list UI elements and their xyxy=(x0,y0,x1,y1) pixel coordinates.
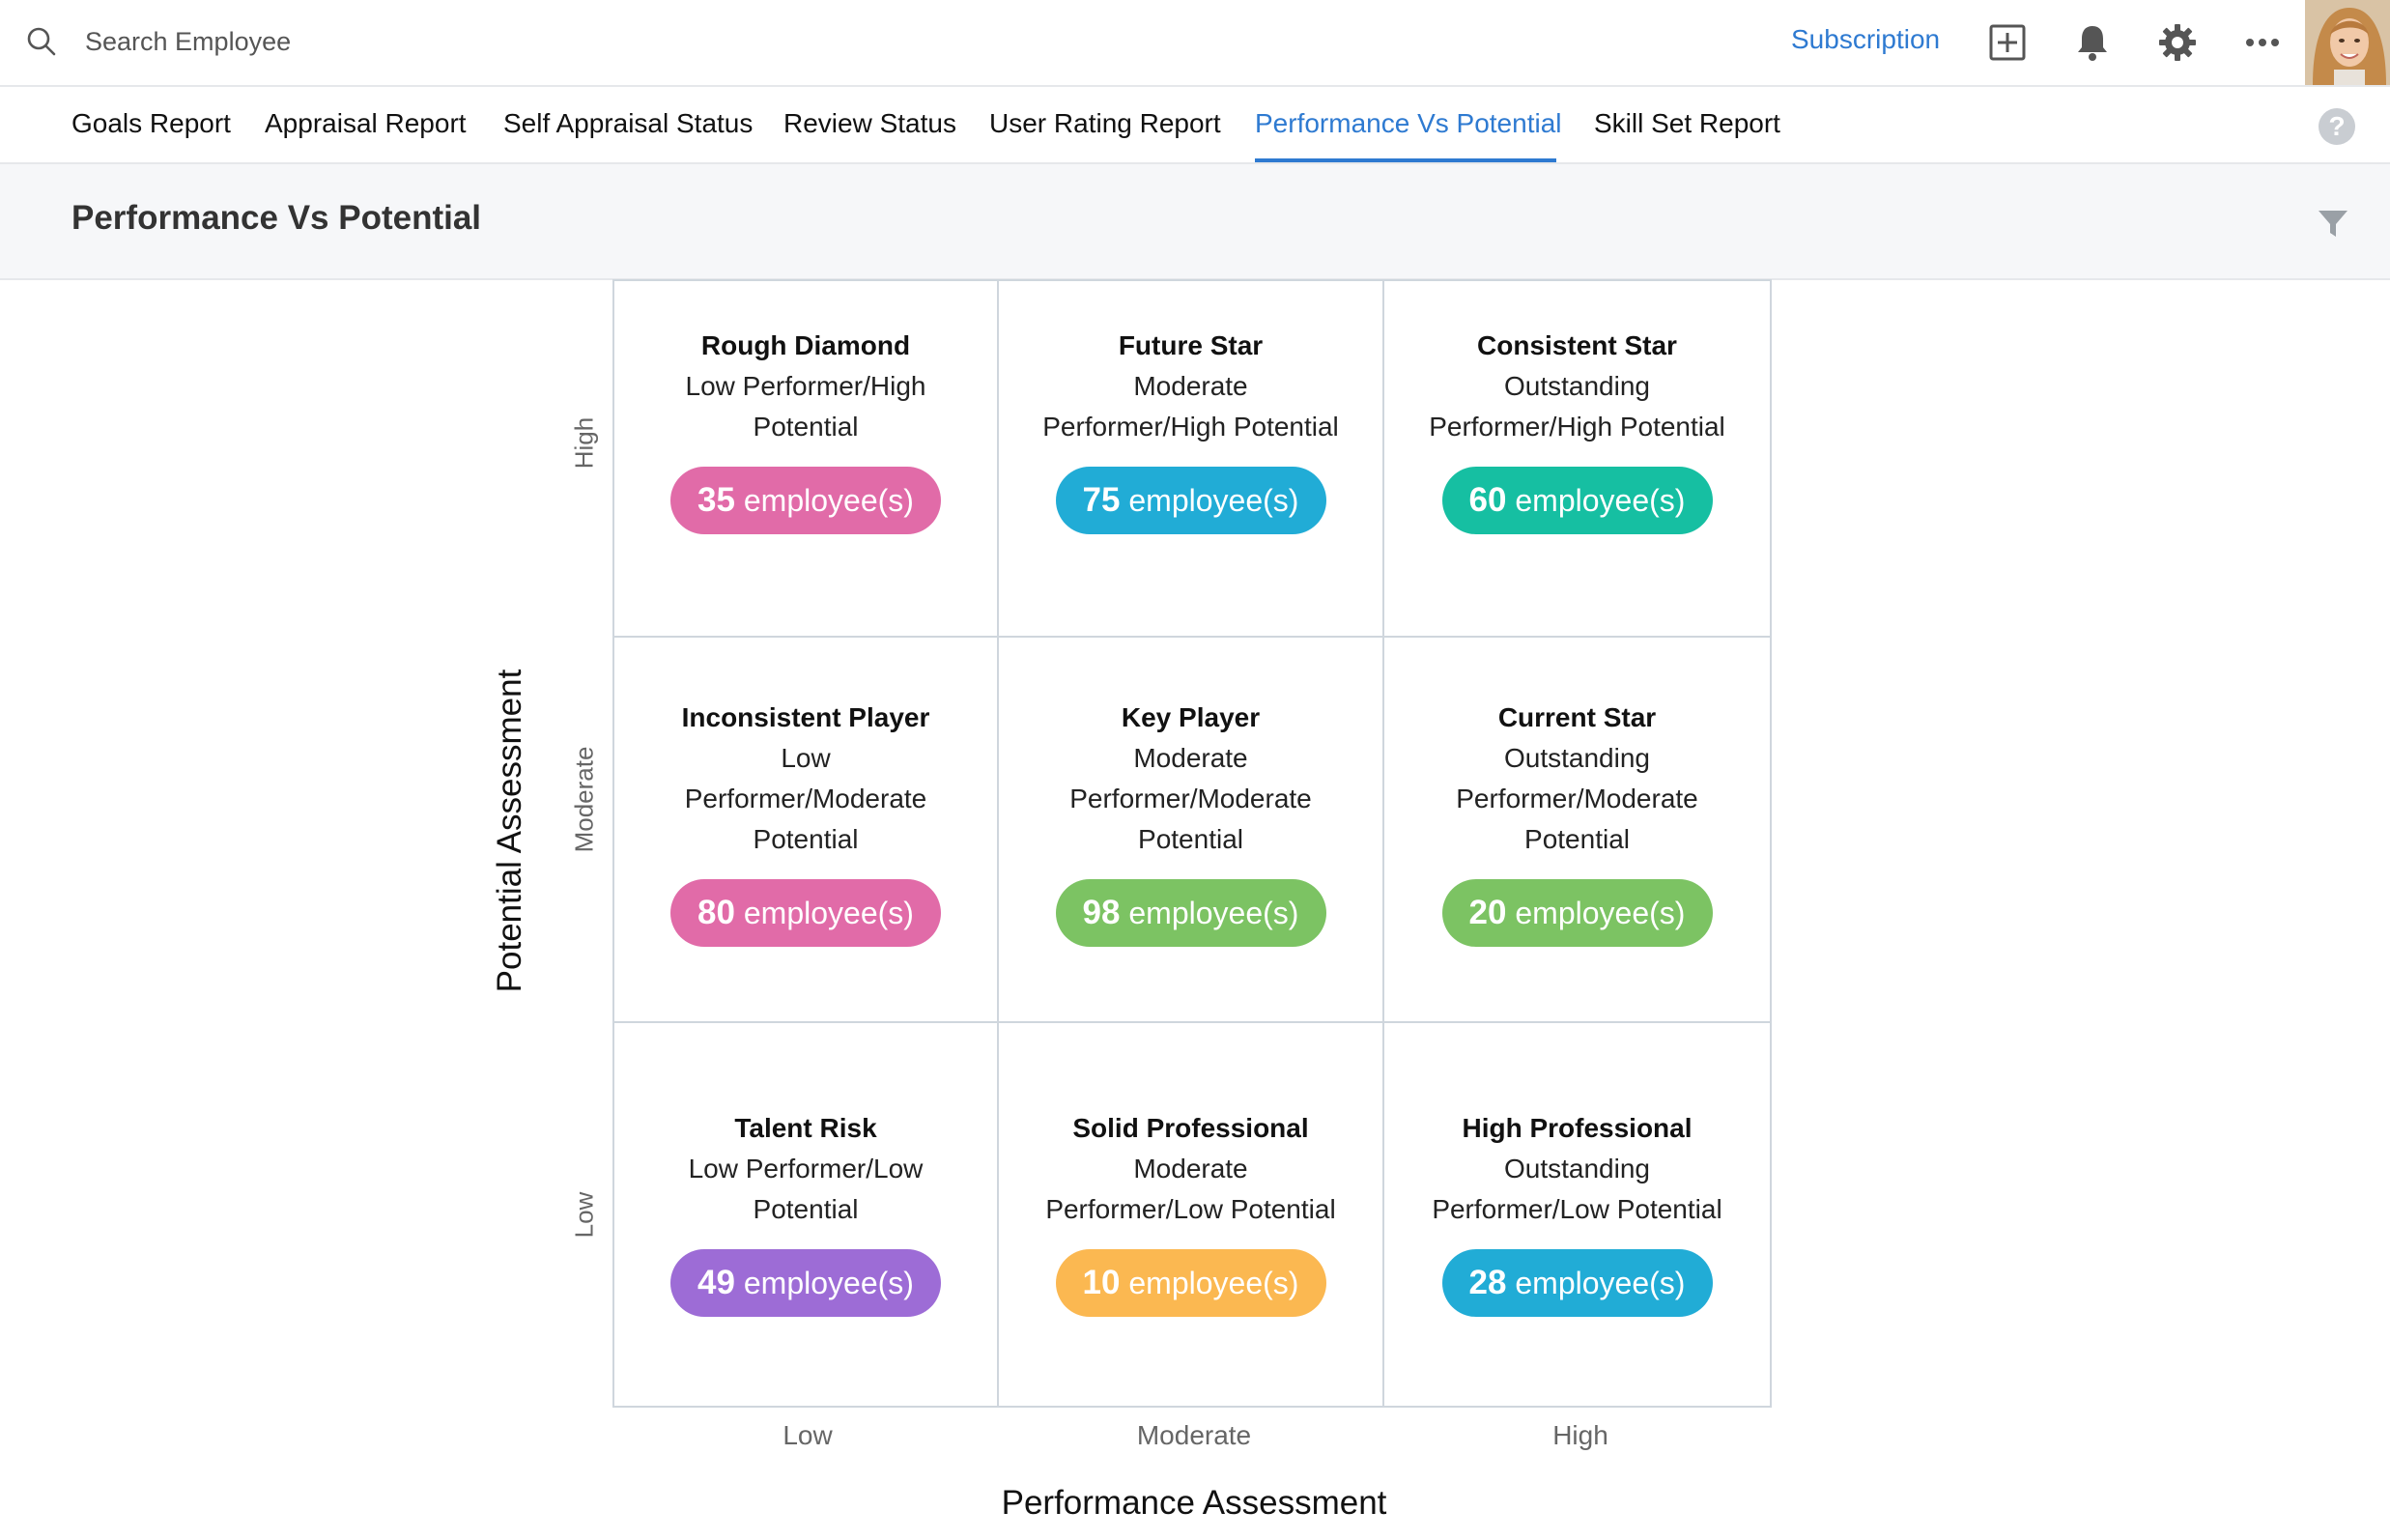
x-level-moderate: Moderate xyxy=(1136,1420,1252,1450)
employee-count-suffix: employee(s) xyxy=(1515,1266,1686,1300)
cell-description: Performer/High Potential xyxy=(1042,412,1339,442)
matrix-cell: Inconsistent Player Low Performer/Moderate… xyxy=(612,636,999,1023)
page-title: Performance Vs Potential xyxy=(71,199,482,237)
cell-description: Potential xyxy=(753,1194,859,1224)
y-level-low: Low xyxy=(569,1191,599,1239)
cell-description: Potential xyxy=(753,824,859,854)
cell-description: Performer/Moderate xyxy=(1069,784,1312,813)
cell-description: Performer/Moderate xyxy=(1456,784,1698,813)
matrix-cell: Talent Risk Low Performer/Low Potential 49 … xyxy=(612,1021,999,1408)
more-icon[interactable] xyxy=(2241,21,2284,64)
cell-title: Current Star xyxy=(1497,702,1657,732)
employee-count-button[interactable]: 10 employee(s) xyxy=(1055,1249,1326,1317)
employee-count-suffix: employee(s) xyxy=(1128,1266,1299,1300)
employee-count-button[interactable]: 80 employee(s) xyxy=(670,879,941,947)
cell-description: Performer/Low Potential xyxy=(1045,1194,1336,1224)
employee-count: 80 xyxy=(697,894,735,931)
employee-count-button[interactable]: 28 employee(s) xyxy=(1441,1249,1713,1317)
cell-title: Consistent Star xyxy=(1477,330,1677,360)
cell-description: Moderate xyxy=(1133,743,1248,773)
cell-description: Low Performer/Low xyxy=(688,1154,924,1184)
employee-count-suffix: employee(s) xyxy=(1515,483,1686,518)
cell-description: Outstanding xyxy=(1504,371,1650,401)
cell-title: Key Player xyxy=(1121,702,1261,732)
employee-count: 49 xyxy=(697,1264,735,1301)
employee-count-button[interactable]: 35 employee(s) xyxy=(670,467,941,534)
matrix-cell: Solid Professional Moderate Performer/Low … xyxy=(997,1021,1384,1408)
cell-title: Solid Professional xyxy=(1072,1113,1309,1143)
employee-count-suffix: employee(s) xyxy=(1128,483,1299,518)
employee-count: 35 xyxy=(697,481,735,519)
page-header: Performance Vs Potential xyxy=(0,164,2390,280)
x-axis-title: Performance Assessment xyxy=(1001,1484,1387,1522)
add-icon[interactable] xyxy=(1986,21,2029,64)
cell-description: Outstanding xyxy=(1504,743,1650,773)
cell-description: Performer/Moderate xyxy=(684,784,927,813)
tab-user-rating-report[interactable]: User Rating Report xyxy=(989,108,1221,139)
tab-review-status[interactable]: Review Status xyxy=(783,108,956,139)
top-bar: Subscription xyxy=(0,0,2390,87)
employee-count: 98 xyxy=(1082,894,1121,931)
cell-description: Low xyxy=(781,743,831,773)
employee-count: 10 xyxy=(1082,1264,1121,1301)
x-level-high: High xyxy=(1552,1420,1608,1450)
matrix-cell: High Professional Outstanding Performer/Lo… xyxy=(1382,1021,1772,1408)
x-level-low: Low xyxy=(782,1420,833,1450)
matrix-cell: Key Player Moderate Performer/Moderate Pote… xyxy=(997,636,1384,1023)
employee-count-button[interactable]: 49 employee(s) xyxy=(670,1249,941,1317)
cell-description: Potential xyxy=(1138,824,1243,854)
filter-icon[interactable] xyxy=(2317,207,2349,240)
cell-description: Outstanding xyxy=(1504,1154,1650,1184)
cell-description: Performer/Low Potential xyxy=(1432,1194,1722,1224)
matrix-cell: Rough Diamond Low Performer/High Potential… xyxy=(612,279,999,638)
y-level-moderate: Moderate xyxy=(569,746,599,853)
employee-count-suffix: employee(s) xyxy=(743,483,914,518)
employee-count: 28 xyxy=(1468,1264,1507,1301)
report-tabs: Goals Report Appraisal Report Self Appra… xyxy=(0,87,2390,164)
cell-title: Rough Diamond xyxy=(700,330,911,360)
performance-potential-matrix: Rough Diamond Low Performer/High Potential… xyxy=(612,279,1772,1408)
user-avatar[interactable] xyxy=(2305,0,2390,85)
search-input[interactable] xyxy=(83,25,493,58)
y-level-high: High xyxy=(569,416,599,470)
employee-count: 75 xyxy=(1082,481,1121,519)
employee-count-suffix: employee(s) xyxy=(743,1266,914,1300)
cell-title: Future Star xyxy=(1118,330,1264,360)
employee-count-button[interactable]: 60 employee(s) xyxy=(1441,467,1713,534)
employee-count: 60 xyxy=(1468,481,1507,519)
cell-title: Inconsistent Player xyxy=(681,702,930,732)
cell-title: High Professional xyxy=(1462,1113,1693,1143)
cell-description: Moderate xyxy=(1133,1154,1248,1184)
employee-count-suffix: employee(s) xyxy=(1515,896,1686,930)
employee-count-button[interactable]: 20 employee(s) xyxy=(1441,879,1713,947)
tab-performance-vs-potential[interactable]: Performance Vs Potential xyxy=(1255,108,1562,139)
search-icon[interactable] xyxy=(25,25,58,58)
cell-description: Potential xyxy=(753,412,859,442)
search-bar xyxy=(25,25,493,58)
employee-count-suffix: employee(s) xyxy=(1128,896,1299,930)
matrix-cell: Current Star Outstanding Performer/Moderat… xyxy=(1382,636,1772,1023)
matrix-cell: Future Star Moderate Performer/High Potent… xyxy=(997,279,1384,638)
employee-count-suffix: employee(s) xyxy=(743,896,914,930)
employee-count-button[interactable]: 75 employee(s) xyxy=(1055,467,1326,534)
employee-count: 20 xyxy=(1468,894,1507,931)
subscription-link[interactable]: Subscription xyxy=(1791,24,1940,55)
tab-goals-report[interactable]: Goals Report xyxy=(71,108,231,139)
cell-description: Moderate xyxy=(1133,371,1248,401)
tab-skill-set-report[interactable]: Skill Set Report xyxy=(1594,108,1780,139)
active-tab-indicator xyxy=(1255,158,1556,162)
help-icon[interactable]: ? xyxy=(2319,108,2355,145)
tab-self-appraisal-status[interactable]: Self Appraisal Status xyxy=(503,108,753,139)
employee-count-button[interactable]: 98 employee(s) xyxy=(1055,879,1326,947)
gear-icon[interactable] xyxy=(2156,21,2199,64)
tab-appraisal-report[interactable]: Appraisal Report xyxy=(265,108,467,139)
bell-icon[interactable] xyxy=(2071,21,2114,64)
cell-description: Performer/High Potential xyxy=(1429,412,1725,442)
y-axis-title: Potential Assessment xyxy=(491,669,528,993)
matrix-cell: Consistent Star Outstanding Performer/High… xyxy=(1382,279,1772,638)
cell-description: Potential xyxy=(1524,824,1630,854)
cell-title: Talent Risk xyxy=(734,1113,877,1143)
cell-description: Low Performer/High xyxy=(685,371,926,401)
